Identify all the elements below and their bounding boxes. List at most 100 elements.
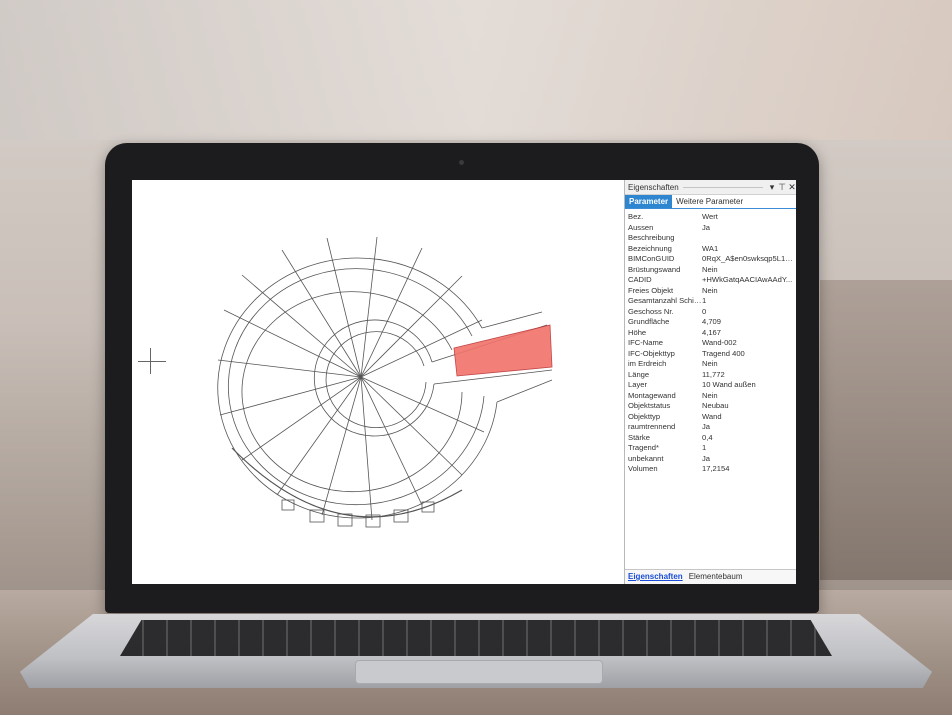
panel-bottom-tabs: Eigenschaften Elementebaum xyxy=(625,569,796,584)
property-key: BIMConGUID xyxy=(628,254,675,263)
tab-parameter[interactable]: Parameter xyxy=(625,195,673,208)
property-value: Ja xyxy=(702,222,711,232)
panel-title-bar: Eigenschaften ▾ ⊤ ✕ xyxy=(625,180,796,195)
property-value: 0 xyxy=(702,306,707,316)
property-value xyxy=(702,233,794,244)
property-row[interactable]: Montagewand Nein xyxy=(628,391,796,402)
property-row[interactable]: Freies Objekt Nein xyxy=(628,286,796,297)
cad-viewport[interactable] xyxy=(132,180,624,584)
table-header: Bez. Wert xyxy=(628,212,796,223)
laptop-screen: Eigenschaften ▾ ⊤ ✕ Parameter Weitere Pa… xyxy=(132,180,796,584)
property-row[interactable]: Layer 10 Wand außen xyxy=(628,380,796,391)
property-row[interactable]: Geschoss Nr. 0 xyxy=(628,307,796,318)
property-value: 1 xyxy=(702,296,707,305)
property-value: Neubau xyxy=(702,401,729,410)
property-value: 11,772 xyxy=(702,369,725,379)
property-value: 0RqX_A$en0swksqp5L15... xyxy=(702,254,794,263)
property-key: im Erdreich xyxy=(628,359,667,368)
property-row[interactable]: Länge 11,772 xyxy=(628,370,796,381)
property-value: Nein xyxy=(702,285,718,295)
background-blur xyxy=(0,0,952,140)
property-value: 10 Wand außen xyxy=(702,380,756,389)
property-key: Objektstatus xyxy=(628,401,671,410)
property-key: IFC-Objekttyp xyxy=(628,348,675,358)
property-row[interactable]: raumtrennend Ja xyxy=(628,422,796,433)
property-key: Gesamtanzahl Schich... xyxy=(628,296,702,305)
property-row[interactable]: Beschreibung xyxy=(628,233,796,244)
property-value: Ja xyxy=(702,453,711,463)
background-object xyxy=(820,280,952,580)
header-key: Bez. xyxy=(628,212,644,221)
property-row[interactable]: IFC-Name Wand-002 xyxy=(628,338,796,349)
tab-eigenschaften[interactable]: Eigenschaften xyxy=(625,570,686,584)
tab-weitere-parameter[interactable]: Weitere Parameter xyxy=(672,195,747,208)
property-table: Bez. Wert Aussen Ja Beschreibung Bezeichnun… xyxy=(625,209,796,475)
crosshair-cursor-vertical xyxy=(150,348,151,374)
pin-icon[interactable]: ⊤ xyxy=(777,182,787,193)
property-value: Tragend 400 xyxy=(702,348,745,358)
property-row[interactable]: Höhe 4,167 xyxy=(628,328,796,339)
property-row[interactable]: unbekannt Ja xyxy=(628,454,796,465)
property-key: Montagewand xyxy=(628,390,676,400)
property-key: Bezeichnung xyxy=(628,243,672,253)
title-divider xyxy=(682,186,763,188)
property-row[interactable]: Grundfläche 4,709 xyxy=(628,317,796,328)
property-row[interactable]: CADID +HWkGatqAACIAwAAdY... xyxy=(628,275,796,286)
property-key: Objekttyp xyxy=(628,411,661,421)
property-row[interactable]: Tragend* 1 xyxy=(628,443,796,454)
property-value: 1 xyxy=(702,443,707,452)
property-value: WA1 xyxy=(702,243,719,253)
property-value: Wand xyxy=(702,411,722,421)
property-key: Grundfläche xyxy=(628,317,670,326)
property-key: Brüstungswand xyxy=(628,264,681,274)
property-key: Geschoss Nr. xyxy=(628,306,674,316)
close-icon[interactable]: ✕ xyxy=(787,182,796,193)
property-key: Volumen xyxy=(628,464,658,473)
property-value: 0,4 xyxy=(702,432,713,442)
property-row[interactable]: Objekttyp Wand xyxy=(628,412,796,423)
property-row[interactable]: BIMConGUID 0RqX_A$en0swksqp5L15... xyxy=(628,254,796,265)
keyboard xyxy=(120,620,832,656)
property-key: Layer xyxy=(628,380,647,389)
tab-elementebaum[interactable]: Elementebaum xyxy=(686,570,746,584)
property-value: Nein xyxy=(702,264,718,274)
property-value: 4,709 xyxy=(702,317,722,326)
property-key: raumtrennend xyxy=(628,422,676,431)
property-row[interactable]: Volumen 17,2154 xyxy=(628,464,796,475)
property-key: Länge xyxy=(628,369,650,379)
properties-panel: Eigenschaften ▾ ⊤ ✕ Parameter Weitere Pa… xyxy=(624,180,796,584)
property-row[interactable]: Objektstatus Neubau xyxy=(628,401,796,412)
property-key: unbekannt xyxy=(628,453,664,463)
property-row[interactable]: Brüstungswand Nein xyxy=(628,265,796,276)
dropdown-icon[interactable]: ▾ xyxy=(767,182,777,193)
property-key: Höhe xyxy=(628,327,647,337)
property-row[interactable]: im Erdreich Nein xyxy=(628,359,796,370)
property-key: Beschreibung xyxy=(628,233,675,242)
property-row[interactable]: Bezeichnung WA1 xyxy=(628,244,796,255)
building-wireframe xyxy=(217,236,553,528)
property-key: CADID xyxy=(628,275,652,284)
property-key: Freies Objekt xyxy=(628,285,674,295)
property-value: 4,167 xyxy=(702,327,722,337)
trackpad xyxy=(355,660,603,684)
property-key: Aussen xyxy=(628,222,654,232)
property-value: 17,2154 xyxy=(702,464,730,473)
property-key: Tragend* xyxy=(628,443,659,452)
header-value: Wert xyxy=(702,212,718,221)
property-row[interactable]: Stärke 0,4 xyxy=(628,433,796,444)
selected-wall xyxy=(453,324,553,377)
laptop-camera xyxy=(459,160,464,165)
panel-tabs: Parameter Weitere Parameter xyxy=(625,195,796,209)
property-value: +HWkGatqAACIAwAAdY... xyxy=(702,275,793,284)
property-value: Nein xyxy=(702,359,718,368)
property-value: Ja xyxy=(702,422,711,431)
property-row[interactable]: IFC-Objekttyp Tragend 400 xyxy=(628,349,796,360)
property-value: Nein xyxy=(702,390,718,400)
property-value: Wand-002 xyxy=(702,338,737,347)
property-key: Stärke xyxy=(628,432,650,442)
property-row[interactable]: Gesamtanzahl Schich... 1 xyxy=(628,296,796,307)
property-row[interactable]: Aussen Ja xyxy=(628,223,796,234)
panel-title: Eigenschaften xyxy=(628,182,679,192)
crosshair-cursor xyxy=(138,361,166,362)
property-key: IFC-Name xyxy=(628,338,664,347)
